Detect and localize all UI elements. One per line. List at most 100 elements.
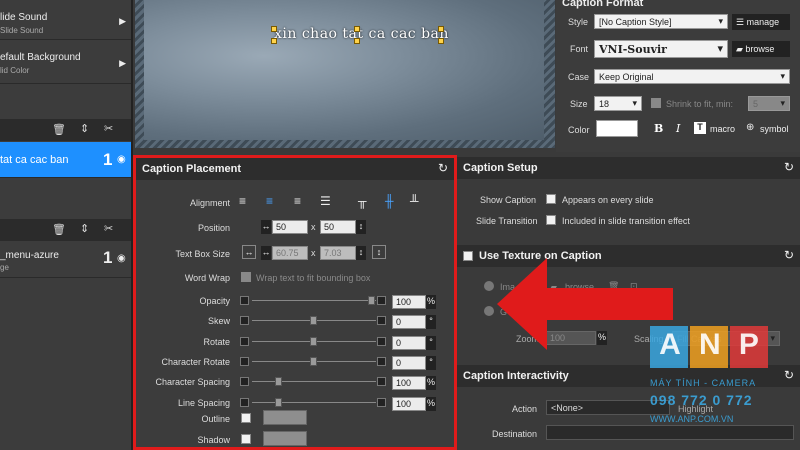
case-select[interactable]: Keep Original <box>594 69 790 84</box>
fit-width-icon[interactable]: ↔ <box>242 245 256 259</box>
sidebar-item-slide-sound[interactable]: lide Sound Slide Sound ▶ <box>0 0 131 40</box>
size-select[interactable]: 18 <box>594 96 642 111</box>
refresh-icon[interactable]: ↻ <box>784 160 794 174</box>
slide-transition-text: Included in slide transition effect <box>562 216 690 226</box>
word-wrap-checkbox[interactable] <box>241 272 251 282</box>
trash-icon[interactable]: 🗑 <box>52 223 66 236</box>
reorder-icon[interactable]: ⇕ <box>80 122 89 135</box>
slider-value-input[interactable]: 100 <box>392 396 426 411</box>
shrink-checkbox[interactable] <box>651 98 661 108</box>
slider-knob[interactable] <box>310 336 317 346</box>
shrink-min-select[interactable]: 5 <box>748 96 790 111</box>
tools-icon[interactable]: ✂ <box>104 122 113 135</box>
slider-increase-button[interactable] <box>377 316 386 326</box>
slider-increase-button[interactable] <box>377 356 386 366</box>
box-width-input[interactable]: 60.75 <box>272 246 308 260</box>
sidebar-item-default-background[interactable]: efault Background lid Color ▶ <box>0 40 131 84</box>
resize-handle[interactable] <box>438 26 444 32</box>
symbol-icon[interactable]: ⊕ <box>746 122 754 133</box>
style-select[interactable]: [No Caption Style] <box>594 14 728 29</box>
tools-icon[interactable]: ✂ <box>104 222 113 235</box>
show-caption-checkbox[interactable] <box>546 194 556 204</box>
slider-value-input[interactable]: 100 <box>392 376 426 391</box>
slider-knob[interactable] <box>275 397 283 407</box>
slider-decrease-button[interactable] <box>240 397 249 407</box>
slider-decrease-button[interactable] <box>240 316 249 326</box>
caption-preview-text[interactable]: xin chao tat ca cac ban <box>274 26 449 42</box>
outline-color-swatch[interactable] <box>263 410 307 425</box>
reorder-icon[interactable]: ⇕ <box>80 222 89 235</box>
resize-handle[interactable] <box>354 26 360 32</box>
refresh-icon[interactable]: ↻ <box>438 161 448 175</box>
preview-stage[interactable]: xin chao tat ca cac ban <box>144 0 544 140</box>
chevron-right-icon: ▶ <box>119 16 126 26</box>
align-left-icon[interactable]: ≡ <box>239 194 246 208</box>
fit-height-icon[interactable]: ↕ <box>372 245 386 259</box>
font-browse-button[interactable]: ▰ browse <box>732 41 790 57</box>
textbox-size-label: Text Box Size <box>175 249 230 259</box>
slider-track[interactable] <box>252 300 376 301</box>
slider-decrease-button[interactable] <box>240 377 249 387</box>
position-x-input[interactable]: 50 <box>272 220 308 234</box>
slider-decrease-button[interactable] <box>240 296 249 305</box>
resize-handle[interactable] <box>438 38 444 44</box>
slider-decrease-button[interactable] <box>240 356 249 366</box>
slider-value-input[interactable]: 100 <box>392 295 426 309</box>
align-center-icon[interactable]: ≡ <box>266 194 273 208</box>
eye-icon[interactable]: ◉ <box>117 253 126 264</box>
macro-button[interactable]: macro <box>710 124 735 134</box>
refresh-icon[interactable]: ↻ <box>784 248 794 262</box>
text-style-icon[interactable]: T <box>694 122 706 134</box>
slider-track[interactable] <box>252 381 376 383</box>
slider-value-input[interactable]: 0 <box>392 335 426 350</box>
trash-icon[interactable]: 🗑 <box>52 123 66 136</box>
image-radio[interactable] <box>484 281 494 291</box>
sidebar-item-sub: lid Color <box>0 66 30 75</box>
slide-transition-checkbox[interactable] <box>546 215 556 225</box>
color-swatch[interactable] <box>596 120 638 137</box>
slider-value-input[interactable]: 0 <box>392 315 426 330</box>
shrink-label: Shrink to fit, min: <box>666 99 734 109</box>
use-texture-checkbox[interactable] <box>463 251 473 261</box>
style-label: Style <box>568 17 589 27</box>
logo-tagline: MÁY TÍNH - CAMERA <box>650 378 757 388</box>
font-select[interactable]: VNI-Souvir <box>594 40 728 58</box>
slider-increase-button[interactable] <box>377 397 386 407</box>
slider-value-input[interactable]: 0 <box>392 355 426 370</box>
box-height-input[interactable]: 7.03 <box>320 246 356 260</box>
align-justify-icon[interactable]: ☰ <box>320 194 331 208</box>
italic-button[interactable]: I <box>676 122 680 135</box>
slider-knob[interactable] <box>275 377 283 387</box>
layer-item-menu[interactable]: _menu-azure ge 1 ◉ <box>0 242 131 278</box>
position-y-input[interactable]: 50 <box>320 220 356 234</box>
slider-knob[interactable] <box>368 296 375 305</box>
layer-item-caption[interactable]: tat ca cac ban 1 ◉ <box>0 142 131 178</box>
manage-button[interactable]: ☰ manage <box>732 14 790 30</box>
gradient-radio[interactable] <box>484 306 494 316</box>
slider-increase-button[interactable] <box>377 377 386 387</box>
valign-middle-icon[interactable]: ╫ <box>385 194 394 208</box>
bold-button[interactable]: B <box>654 122 663 135</box>
x-separator: x <box>311 248 316 258</box>
slider-label: Character Spacing <box>155 377 230 388</box>
eye-icon[interactable]: ◉ <box>117 154 126 165</box>
valign-top-icon[interactable]: ╥ <box>358 194 367 208</box>
slider-track[interactable] <box>252 401 376 403</box>
shadow-color-swatch[interactable] <box>263 431 307 446</box>
slide-transition-label: Slide Transition <box>476 216 538 226</box>
slider-increase-button[interactable] <box>377 296 386 305</box>
resize-handle[interactable] <box>271 26 277 32</box>
resize-handle[interactable] <box>271 38 277 44</box>
slider-knob[interactable] <box>310 316 317 326</box>
align-right-icon[interactable]: ≡ <box>294 194 301 208</box>
slider-knob[interactable] <box>310 356 317 366</box>
resize-handle[interactable] <box>354 38 360 44</box>
word-wrap-label: Word Wrap <box>184 273 230 283</box>
slider-label: Opacity <box>199 296 230 306</box>
symbol-button[interactable]: symbol <box>760 124 789 134</box>
valign-bottom-icon[interactable]: ╨ <box>410 194 419 208</box>
shadow-checkbox[interactable] <box>241 434 251 444</box>
slider-increase-button[interactable] <box>377 336 386 346</box>
outline-checkbox[interactable] <box>241 413 251 423</box>
slider-decrease-button[interactable] <box>240 336 249 346</box>
